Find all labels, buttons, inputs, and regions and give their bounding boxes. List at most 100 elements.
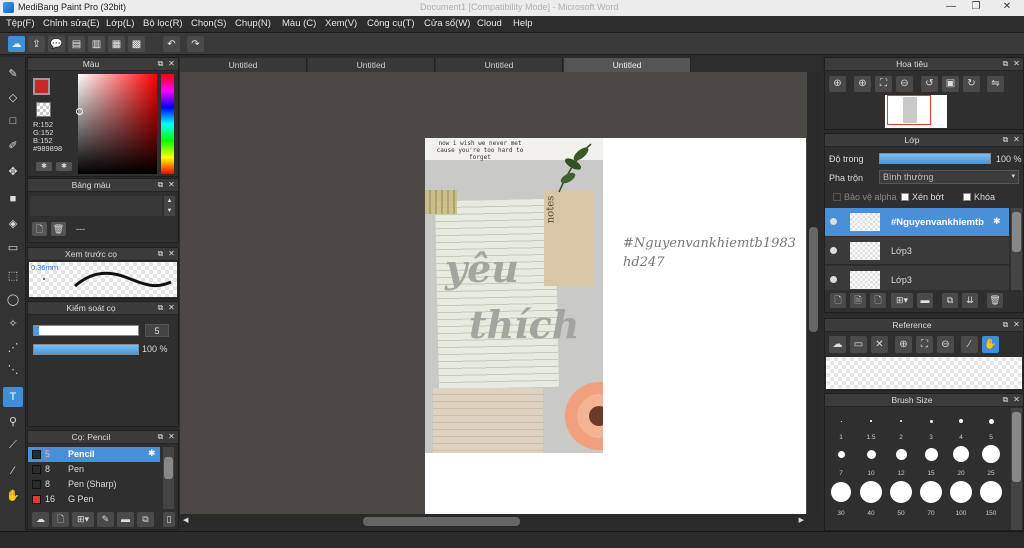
hue-slider[interactable] <box>161 74 174 174</box>
rotate-right-icon[interactable]: ↻ <box>963 76 980 92</box>
open-folder-icon[interactable]: ▭ <box>850 336 867 353</box>
close-icon[interactable]: ✕ <box>167 249 176 259</box>
actual-size-icon[interactable]: ▣ <box>942 76 959 92</box>
move-tool-icon[interactable]: ✥ <box>3 161 23 181</box>
maximize-button[interactable]: ❐ <box>965 0 987 14</box>
undo-icon[interactable]: ↶ <box>163 36 180 52</box>
brush-tool-icon[interactable]: ✎ <box>3 63 23 83</box>
picker-cursor[interactable] <box>76 108 83 115</box>
saturation-value-picker[interactable] <box>78 74 157 174</box>
delete-icon[interactable]: ▯ <box>163 512 175 527</box>
cloud-icon[interactable]: ☁ <box>829 336 846 353</box>
brush-item[interactable]: 5 Pencil ✱ <box>28 447 160 462</box>
brush-size-cell[interactable]: 10 <box>857 441 885 477</box>
brush-size-cell[interactable]: 3 <box>917 411 945 441</box>
fill-rect-tool-icon[interactable]: ■ <box>3 189 23 209</box>
eye-icon[interactable] <box>830 276 837 283</box>
horizontal-scroll-thumb[interactable] <box>363 517 520 526</box>
brush-size-cell[interactable]: 150 <box>977 477 1005 517</box>
close-icon[interactable]: ✕ <box>167 180 176 190</box>
brush-size-cell[interactable]: 2 <box>887 411 915 441</box>
brush-list-scrollbar[interactable] <box>163 447 174 509</box>
palette-settings-icon[interactable]: ✱ <box>36 162 52 171</box>
menu-view[interactable]: Xem(V) <box>325 18 357 29</box>
hand-icon[interactable]: ✋ <box>982 336 999 353</box>
menu-tools[interactable]: Công cụ(T) <box>367 18 415 29</box>
layer-row[interactable]: Lớp3 <box>825 266 1009 290</box>
close-icon[interactable]: ✕ <box>1012 395 1021 405</box>
tab-untitled-1[interactable]: Untitled <box>180 58 307 72</box>
message-icon[interactable]: ▤ <box>68 36 85 52</box>
brush-item[interactable]: 8 Pen (Sharp) <box>28 477 160 492</box>
add-brush-icon[interactable]: ⊞▾ <box>72 512 94 527</box>
close-icon[interactable]: ✕ <box>1012 59 1021 69</box>
horizontal-scrollbar[interactable]: ◀ ▶ <box>180 514 807 528</box>
shape-tool-icon[interactable]: □ <box>3 111 23 131</box>
cloud-upload-icon[interactable]: ☁ <box>32 512 49 527</box>
brush-size-cell[interactable]: 40 <box>857 477 885 517</box>
primary-color-swatch[interactable] <box>33 78 50 95</box>
duplicate-icon[interactable]: ⧉ <box>137 512 154 527</box>
brush-size-cell[interactable]: 1 <box>827 411 855 441</box>
zoom-icon[interactable]: ⊕ <box>829 76 846 92</box>
select-eraser-icon[interactable]: ⋱ <box>3 359 23 379</box>
popout-icon[interactable]: ⧉ <box>1001 320 1010 330</box>
canvas[interactable]: now i wish we never met cause you're too… <box>425 138 806 515</box>
cloud-icon[interactable]: ☁ <box>8 36 25 52</box>
menu-snap[interactable]: Chụp(N) <box>235 18 271 29</box>
flip-icon[interactable]: ⇋ <box>987 76 1004 92</box>
popout-icon[interactable]: ⧉ <box>1001 59 1010 69</box>
menu-select[interactable]: Chọn(S) <box>191 18 226 29</box>
gear-icon[interactable]: ✱ <box>993 216 1001 227</box>
redo-icon[interactable]: ↷ <box>187 36 204 52</box>
close-icon[interactable]: ✕ <box>167 303 176 313</box>
menu-filter[interactable]: Bộ lọc(R) <box>143 18 183 29</box>
new-brush-icon[interactable]: 🗋 <box>52 512 69 527</box>
new-layer-icon[interactable]: 🗋 <box>830 293 846 308</box>
operation-tool-icon[interactable]: ⚲ <box>3 411 23 431</box>
text-tool-icon[interactable]: T <box>3 387 23 407</box>
comment-icon[interactable]: 💬 <box>48 36 65 52</box>
tab-untitled-3[interactable]: Untitled <box>436 58 563 72</box>
alpha-protect-checkbox[interactable] <box>833 193 841 201</box>
add-layer-menu-icon[interactable]: ⊞▾ <box>891 293 913 308</box>
popout-icon[interactable]: ⧉ <box>156 303 165 313</box>
brush-opacity-slider[interactable] <box>33 344 139 355</box>
close-icon[interactable]: ✕ <box>1012 320 1021 330</box>
menu-edit[interactable]: Chỉnh sửa(E) <box>43 18 100 29</box>
brush-size-cell[interactable]: 4 <box>947 411 975 441</box>
brush-size-cell[interactable]: 70 <box>917 477 945 517</box>
lock-checkbox[interactable] <box>963 193 971 201</box>
menu-file[interactable]: Tệp(F) <box>6 18 35 29</box>
transparent-color-swatch[interactable] <box>36 102 51 117</box>
new-halftone-layer-icon[interactable]: 🗎 <box>850 293 866 308</box>
zoom-out-icon[interactable]: ⊖ <box>937 336 954 353</box>
brush-size-cell[interactable]: 25 <box>977 441 1005 477</box>
zoom-in-icon[interactable]: ⊕ <box>895 336 912 353</box>
reference-image-area[interactable] <box>826 357 1022 389</box>
popout-icon[interactable]: ⧉ <box>1001 135 1010 145</box>
magic-wand-icon[interactable]: ✧ <box>3 313 23 333</box>
brush-size-cell[interactable]: 30 <box>827 477 855 517</box>
tab-untitled-4[interactable]: Untitled <box>564 58 691 72</box>
lasso-select-icon[interactable]: ◯ <box>3 289 23 309</box>
popout-icon[interactable]: ⧉ <box>156 59 165 69</box>
layer-opacity-slider[interactable] <box>879 153 991 164</box>
minimize-button[interactable]: — <box>940 0 962 14</box>
eraser-tool-icon[interactable]: ◇ <box>3 87 23 107</box>
vertical-scroll-thumb[interactable] <box>809 227 818 332</box>
fit-icon[interactable]: ⛶ <box>875 76 892 92</box>
pen-tool-icon[interactable]: ✐ <box>3 135 23 155</box>
zoom-out-icon[interactable]: ⊖ <box>896 76 913 92</box>
clipping-checkbox[interactable] <box>901 193 909 201</box>
brush-size-scrollbar[interactable] <box>1011 408 1022 530</box>
zoom-in-icon[interactable]: ⊕ <box>854 76 871 92</box>
brush-settings-icon[interactable]: ✎ <box>97 512 114 527</box>
close-icon[interactable]: ✕ <box>1012 135 1021 145</box>
scroll-right-icon[interactable]: ▶ <box>799 516 804 524</box>
popout-icon[interactable]: ⧉ <box>1001 395 1010 405</box>
hand-tool-icon[interactable]: ✋ <box>3 485 23 505</box>
menu-cloud[interactable]: Cloud <box>477 18 502 29</box>
vertical-scrollbar[interactable] <box>807 72 821 514</box>
gradient-tool-icon[interactable]: ▭ <box>3 237 23 257</box>
